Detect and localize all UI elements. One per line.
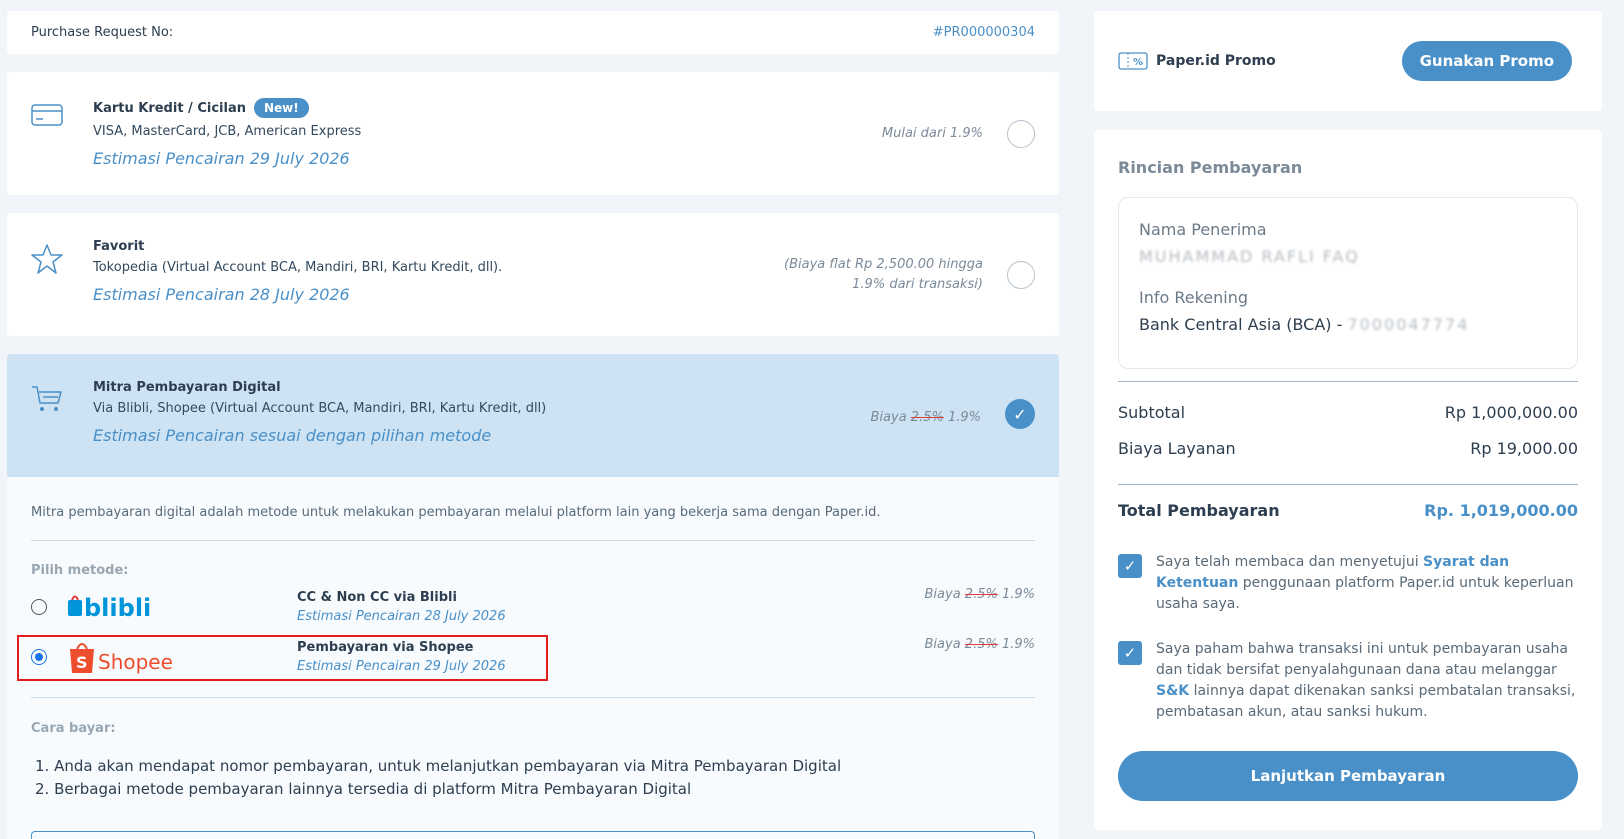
checkmark-icon: ✓ xyxy=(1123,643,1137,662)
checkmark-icon: ✓ xyxy=(1013,404,1027,424)
agreement-text: Saya paham bahwa transaksi ini untuk pem… xyxy=(1156,641,1569,678)
use-promo-button[interactable]: Gunakan Promo xyxy=(1401,41,1572,81)
recipient-name-masked: MUHAMMAD RAFLI FAQ xyxy=(1139,247,1360,266)
fee-label: Biaya xyxy=(924,587,961,602)
service-fee-row: Biaya Layanan Rp 19,000.00 xyxy=(1118,430,1578,466)
fee-old: 2.5% xyxy=(910,410,944,425)
summary-title: Rincian Pembayaran xyxy=(1118,158,1303,177)
agreement-usage: ✓ Saya paham bahwa transaksi ini untuk p… xyxy=(1118,639,1578,723)
method-title: Kartu Kredit / Cicilan xyxy=(93,100,246,116)
option-radio-blibli[interactable] xyxy=(31,599,47,615)
subtotal-value: Rp 1,000,000.00 xyxy=(1444,402,1578,422)
agreement-text: Saya telah membaca dan menyetujui xyxy=(1156,554,1424,570)
credit-card-icon xyxy=(31,72,93,195)
recipient-box: Nama Penerima MUHAMMAD RAFLI FAQ Info Re… xyxy=(1118,197,1578,369)
promo-label: Paper.id Promo xyxy=(1156,53,1276,69)
agreement-terms-text: Saya telah membaca dan menyetujui Syarat… xyxy=(1156,552,1578,615)
fee-label: Biaya xyxy=(870,410,907,425)
option-title: CC & Non CC via Blibli xyxy=(297,590,457,605)
method-title: Mitra Pembayaran Digital xyxy=(93,380,281,395)
sk-link[interactable]: S&K xyxy=(1156,683,1189,699)
fee-new: 1.9% xyxy=(1001,637,1035,652)
method-kartu-kredit[interactable]: Kartu Kredit / Cicilan New! VISA, MasterC… xyxy=(7,72,1059,195)
agreement-terms-checkbox[interactable]: ✓ xyxy=(1118,554,1142,578)
promo-card: % Paper.id Promo Gunakan Promo xyxy=(1094,11,1602,111)
service-fee-value: Rp 19,000.00 xyxy=(1470,438,1578,458)
method-radio-kartu[interactable] xyxy=(1007,120,1035,148)
purchase-request-label: Purchase Request No: xyxy=(31,25,174,40)
fee-old: 2.5% xyxy=(964,637,998,652)
payment-summary-card: Rincian Pembayaran Nama Penerima MUHAMMA… xyxy=(1094,130,1602,830)
pilih-metode-label: Pilih metode: xyxy=(31,563,129,578)
service-fee-label: Biaya Layanan xyxy=(1118,438,1236,458)
method-radio-mitra-checked[interactable]: ✓ xyxy=(1005,399,1035,429)
purchase-request-bar: Purchase Request No: #PR000000304 xyxy=(7,11,1059,54)
account-number-masked: 7000047774 xyxy=(1347,315,1470,334)
cara-bayar-steps: 1. Anda akan mendapat nomor pembayaran, … xyxy=(31,755,841,801)
option-fee: Biaya 2.5% 1.9% xyxy=(925,585,1036,602)
account-value: Bank Central Asia (BCA) - 7000047774 xyxy=(1139,315,1557,334)
method-favorit[interactable]: Favorit Tokopedia (Virtual Account BCA, … xyxy=(7,213,1059,336)
account-bank: Bank Central Asia (BCA) - xyxy=(1139,315,1348,334)
blibli-logo: blibli xyxy=(47,590,297,624)
svg-text:%: % xyxy=(1133,57,1143,68)
subtotal-label: Subtotal xyxy=(1118,402,1186,422)
recipient-label: Nama Penerima xyxy=(1139,220,1267,239)
method-radio-favorit[interactable] xyxy=(1007,261,1035,289)
total-label: Total Pembayaran xyxy=(1118,501,1280,520)
shopping-cart-icon xyxy=(31,354,93,477)
method-mitra-digital[interactable]: Mitra Pembayaran Digital Via Blibli, Sho… xyxy=(7,354,1059,477)
agreement-text: lainnya dapat dikenakan sanksi pembatala… xyxy=(1156,683,1576,720)
checkmark-icon: ✓ xyxy=(1123,556,1137,575)
account-label: Info Rekening xyxy=(1139,288,1249,307)
new-badge: New! xyxy=(253,98,309,118)
agreement-terms: ✓ Saya telah membaca dan menyetujui Syar… xyxy=(1118,552,1578,615)
method-subtitle: VISA, MasterCard, JCB, American Express xyxy=(93,124,362,139)
fee-new: 1.9% xyxy=(1001,587,1035,602)
method-title: Favorit xyxy=(93,239,145,254)
step-item: 2. Berbagai metode pembayaran lainnya te… xyxy=(35,780,692,798)
subtotal-row: Subtotal Rp 1,000,000.00 xyxy=(1118,394,1578,430)
mitra-description: Mitra pembayaran digital adalah metode u… xyxy=(31,477,1035,541)
cara-bayar-label: Cara bayar: xyxy=(31,721,116,736)
summary-rows: Subtotal Rp 1,000,000.00 Biaya Layanan R… xyxy=(1118,381,1578,466)
promo-label-group: % Paper.id Promo xyxy=(1118,52,1276,70)
promo-ticket-icon: % xyxy=(1118,52,1148,70)
method-fee-line1: (Biaya flat Rp 2,500.00 hingga xyxy=(784,257,983,272)
recipient-value: MUHAMMAD RAFLI FAQ xyxy=(1139,247,1557,266)
step-item: 1. Anda akan mendapat nomor pembayaran, … xyxy=(35,757,842,775)
option-estimate: Estimasi Pencairan 28 July 2026 xyxy=(297,609,506,624)
mitra-panel: Mitra pembayaran digital adalah metode u… xyxy=(7,477,1059,839)
divider xyxy=(31,697,1035,698)
option-blibli[interactable]: blibli CC & Non CC via Blibli Estimasi P… xyxy=(31,585,1035,629)
fee-old: 2.5% xyxy=(964,587,998,602)
method-estimate: Estimasi Pencairan 29 July 2026 xyxy=(93,149,350,168)
continue-payment-button[interactable]: Lanjutkan Pembayaran xyxy=(1118,751,1578,801)
cut-off-panel xyxy=(31,831,1035,839)
method-fee: Mulai dari 1.9% xyxy=(881,126,983,141)
agreement-usage-text: Saya paham bahwa transaksi ini untuk pem… xyxy=(1156,639,1578,723)
blibli-logo-text: blibli xyxy=(84,594,151,622)
total-value: Rp. 1,019,000.00 xyxy=(1424,501,1578,520)
method-subtitle: Tokopedia (Virtual Account BCA, Mandiri,… xyxy=(93,260,503,275)
fee-new: 1.9% xyxy=(947,410,981,425)
shopee-highlight-box xyxy=(17,635,548,681)
method-estimate: Estimasi Pencairan 28 July 2026 xyxy=(93,285,350,304)
total-row: Total Pembayaran Rp. 1,019,000.00 xyxy=(1118,484,1578,520)
method-fee: (Biaya flat Rp 2,500.00 hingga 1.9% dari… xyxy=(784,213,983,336)
method-subtitle: Via Blibli, Shopee (Virtual Account BCA,… xyxy=(93,401,547,416)
option-fee: Biaya 2.5% 1.9% xyxy=(925,635,1036,652)
method-fee: Biaya 2.5% 1.9% xyxy=(871,354,982,477)
method-fee-line2: 1.9% dari transaksi) xyxy=(852,277,983,292)
agreement-usage-checkbox[interactable]: ✓ xyxy=(1118,641,1142,665)
fee-label: Biaya xyxy=(924,637,961,652)
method-estimate: Estimasi Pencairan sesuai dengan pilihan… xyxy=(93,426,492,445)
purchase-request-number: #PR000000304 xyxy=(932,25,1035,40)
star-icon xyxy=(31,213,93,336)
